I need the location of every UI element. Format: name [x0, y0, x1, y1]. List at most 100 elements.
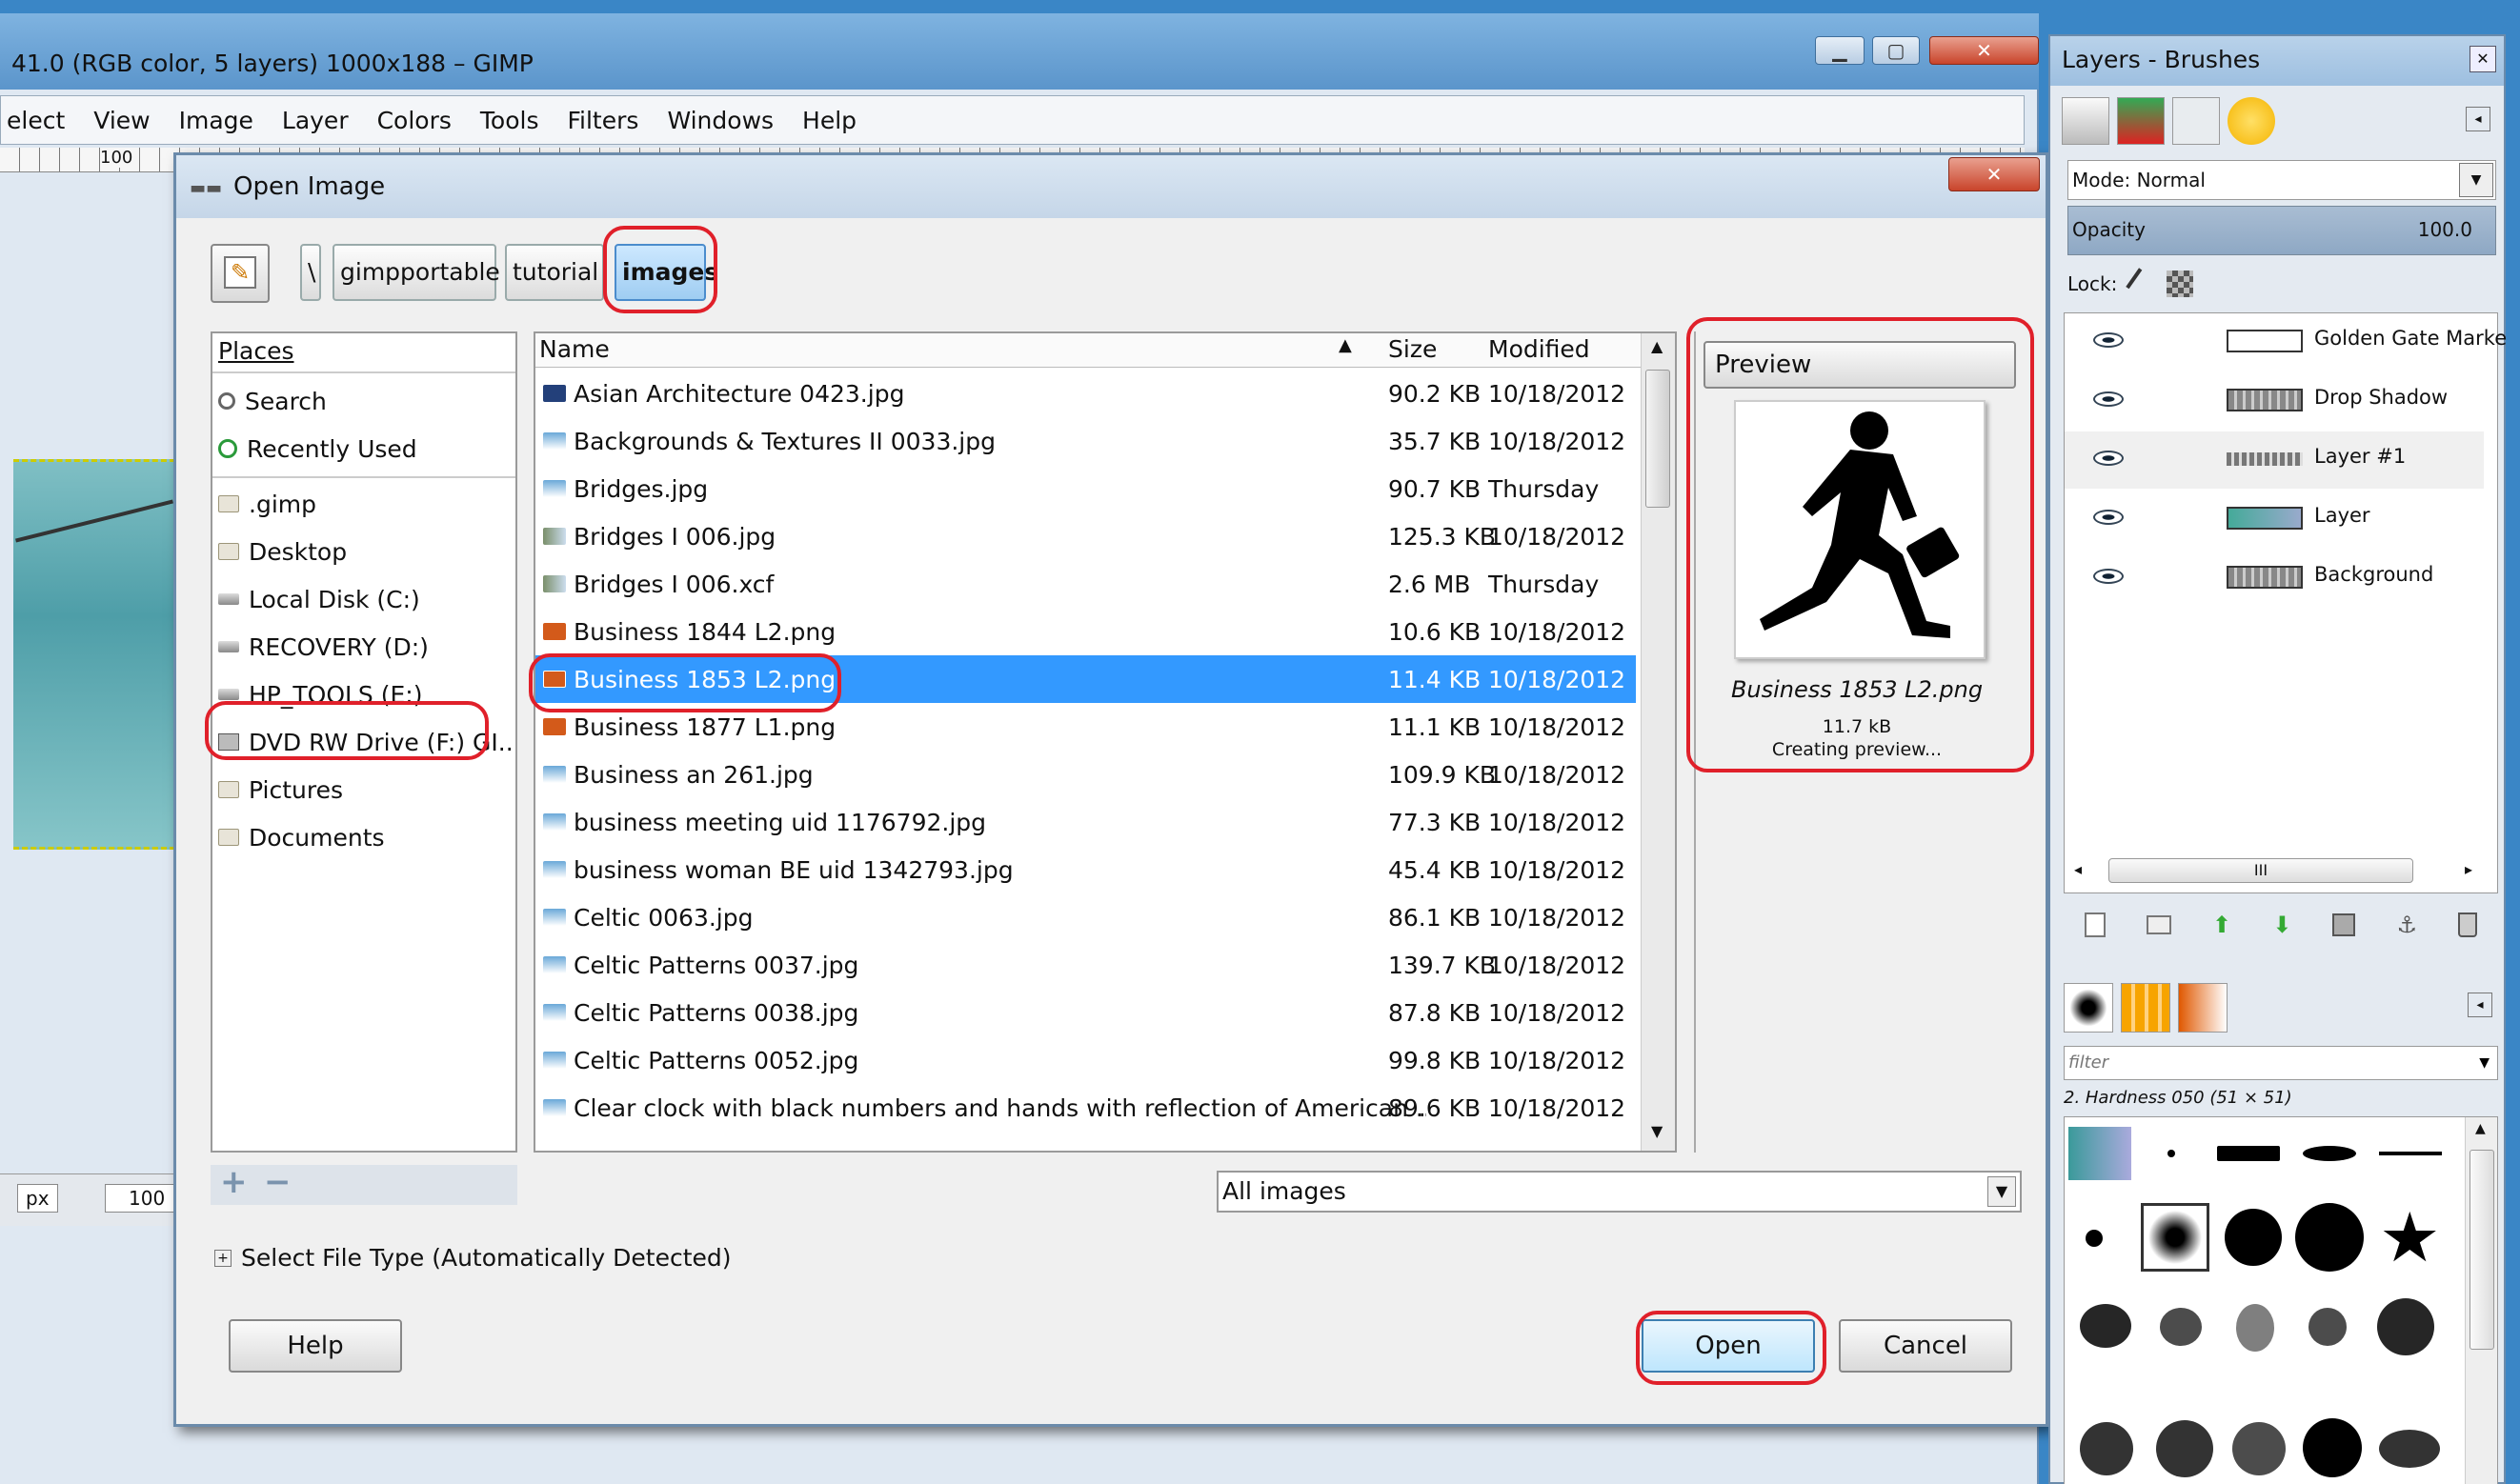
brush-item[interactable] — [2080, 1304, 2131, 1348]
breadcrumb-gimpportable[interactable]: gimpportable — [333, 244, 500, 301]
breadcrumb-tutorial[interactable]: tutorial — [505, 244, 604, 301]
lock-alpha-icon[interactable] — [2167, 271, 2194, 297]
file-row[interactable]: Clear clock with black numbers and hands… — [535, 1084, 1636, 1132]
undo-tab-icon[interactable] — [2228, 97, 2275, 145]
file-type-toggle[interactable]: + Select File Type (Automatically Detect… — [214, 1244, 732, 1272]
brush-item[interactable] — [2379, 1152, 2442, 1155]
patterns-tab-icon[interactable] — [2121, 983, 2170, 1033]
brush-item-selected[interactable] — [2141, 1203, 2209, 1272]
lower-layer-icon[interactable]: ⬇ — [2272, 912, 2291, 938]
raise-layer-icon[interactable]: ⬆ — [2212, 912, 2231, 938]
brush-item[interactable] — [2225, 1209, 2282, 1266]
menu-tools[interactable]: Tools — [480, 107, 539, 134]
menu-filters[interactable]: Filters — [567, 107, 638, 134]
file-row[interactable]: Asian Architecture 0423.jpg 90.2 KB 10/18/… — [535, 370, 1636, 417]
remove-bookmark-button[interactable]: − — [264, 1163, 292, 1201]
brush-item[interactable] — [2236, 1304, 2274, 1352]
visibility-eye-icon[interactable] — [2093, 391, 2124, 407]
mode-select[interactable]: Mode: Normal ▼ — [2067, 160, 2496, 200]
lock-pixels-icon[interactable] — [2126, 268, 2159, 300]
brushes-tab-icon[interactable] — [2064, 983, 2113, 1033]
file-row[interactable]: Bridges.jpg 90.7 KB Thursday — [535, 465, 1636, 512]
duplicate-layer-icon[interactable] — [2332, 913, 2356, 936]
menu-view[interactable]: View — [93, 107, 150, 134]
visibility-eye-icon[interactable] — [2093, 332, 2124, 348]
places-header[interactable]: Places — [218, 337, 294, 365]
menu-select[interactable]: elect — [7, 107, 65, 134]
scroll-up-icon[interactable]: ▲ — [2475, 1121, 2486, 1136]
brush-item[interactable] — [2160, 1308, 2202, 1346]
scroll-down-icon[interactable]: ▼ — [1651, 1122, 1663, 1140]
panel-menu-icon[interactable]: ◂ — [2466, 107, 2490, 131]
brush-item[interactable] — [2379, 1430, 2440, 1468]
visibility-eye-icon[interactable] — [2093, 510, 2124, 525]
place-recently-used[interactable]: Recently Used — [218, 426, 417, 471]
visibility-eye-icon[interactable] — [2093, 569, 2124, 584]
delete-layer-icon[interactable] — [2458, 912, 2478, 937]
brush-item[interactable] — [2167, 1150, 2175, 1157]
layer-row-active[interactable]: Layer #1 — [2065, 431, 2484, 489]
column-name[interactable]: Name — [539, 335, 610, 363]
layer-group-icon[interactable] — [2146, 915, 2171, 934]
scroll-left-icon[interactable]: ◂ — [2074, 860, 2082, 878]
brush-panel-menu-icon[interactable]: ◂ — [2468, 993, 2492, 1017]
brush-grid-scrollbar[interactable]: ▲ — [2465, 1117, 2497, 1484]
file-row[interactable]: Backgrounds & Textures II 0033.jpg 35.7 K… — [535, 417, 1636, 465]
scroll-thumb[interactable] — [2470, 1150, 2494, 1350]
layer-row[interactable]: Layer — [2065, 491, 2484, 548]
brush-item[interactable] — [2377, 1298, 2434, 1355]
help-button[interactable]: Help — [229, 1319, 402, 1373]
file-row[interactable]: Business an 261.jpg 109.9 KB 10/18/2012 — [535, 751, 1636, 798]
layers-tab-icon[interactable] — [2117, 97, 2165, 145]
edit-location-button[interactable]: ✎ — [211, 244, 270, 303]
file-list-scrollbar[interactable]: ▲ ▼ — [1641, 333, 1675, 1151]
channels-tab-icon[interactable] — [2062, 97, 2109, 145]
anchor-layer-icon[interactable]: ⚓ — [2397, 912, 2418, 938]
layer-row[interactable]: Background — [2065, 550, 2484, 607]
maximize-button[interactable]: ▢ — [1872, 36, 1920, 65]
place-documents[interactable]: Documents — [218, 814, 385, 860]
menu-layer[interactable]: Layer — [282, 107, 349, 134]
brush-star-icon[interactable]: ★ — [2379, 1197, 2441, 1277]
file-filter-select[interactable]: All images ▼ — [1217, 1171, 2022, 1213]
hscroll-thumb[interactable]: III — [2108, 858, 2413, 883]
file-row[interactable]: Celtic Patterns 0038.jpg 87.8 KB 10/18/201… — [535, 989, 1636, 1036]
file-row[interactable]: Celtic Patterns 0052.jpg 99.8 KB 10/18/201… — [535, 1036, 1636, 1084]
dialog-close-button[interactable]: ✕ — [1948, 157, 2040, 191]
file-row[interactable]: Business 1844 L2.png 10.6 KB 10/18/2012 — [535, 608, 1636, 655]
brush-filter-input[interactable]: filter ▼ — [2064, 1046, 2498, 1080]
scroll-right-icon[interactable]: ▸ — [2465, 860, 2472, 878]
brush-item[interactable] — [2217, 1146, 2280, 1161]
minimize-button[interactable]: ▁ — [1815, 36, 1865, 65]
place-pictures[interactable]: Pictures — [218, 767, 343, 812]
scroll-up-icon[interactable]: ▲ — [1651, 337, 1663, 355]
visibility-eye-icon[interactable] — [2093, 451, 2124, 466]
breadcrumb-root[interactable]: \ — [300, 244, 321, 301]
brush-item[interactable] — [2156, 1420, 2213, 1477]
close-window-button[interactable]: ✕ — [1929, 36, 2039, 65]
menu-colors[interactable]: Colors — [377, 107, 452, 134]
unit-select[interactable]: px — [17, 1184, 58, 1213]
brush-item[interactable] — [2232, 1422, 2286, 1475]
cancel-button[interactable]: Cancel — [1839, 1319, 2012, 1373]
file-row[interactable]: Celtic 0063.jpg 86.1 KB 10/18/2012 — [535, 893, 1636, 941]
opacity-slider[interactable]: Opacity 100.0 — [2067, 206, 2496, 255]
brush-item[interactable] — [2303, 1146, 2356, 1161]
gradients-tab-icon[interactable] — [2178, 983, 2228, 1033]
brush-item[interactable] — [2303, 1418, 2362, 1477]
column-modified[interactable]: Modified — [1488, 335, 1590, 363]
place-desktop[interactable]: Desktop — [218, 529, 347, 574]
layers-hscrollbar[interactable]: ◂ III ▸ — [2074, 856, 2484, 885]
layer-row[interactable]: Golden Gate Marke — [2065, 313, 2507, 371]
menu-image[interactable]: Image — [179, 107, 253, 134]
column-size[interactable]: Size — [1388, 335, 1437, 363]
place-recovery[interactable]: RECOVERY (D:) — [218, 624, 429, 670]
brush-item[interactable] — [2080, 1422, 2133, 1475]
menu-windows[interactable]: Windows — [667, 107, 774, 134]
brush-item[interactable] — [2295, 1203, 2364, 1272]
brush-item[interactable] — [2086, 1230, 2103, 1247]
file-row[interactable]: business meeting uid 1176792.jpg 77.3 KB 1… — [535, 798, 1636, 846]
place-local-disk[interactable]: Local Disk (C:) — [218, 576, 420, 622]
scroll-thumb[interactable] — [1645, 370, 1670, 508]
brush-item[interactable] — [2308, 1308, 2347, 1346]
